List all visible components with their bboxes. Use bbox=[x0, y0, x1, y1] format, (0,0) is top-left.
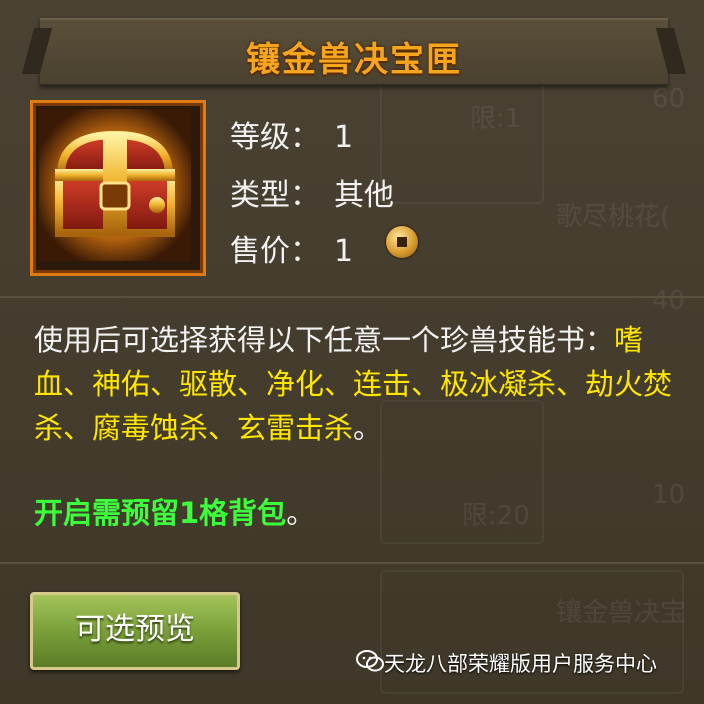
preview-button[interactable]: 可选预览 bbox=[30, 592, 240, 670]
attr-price-label: 售价： bbox=[230, 234, 320, 269]
notice-tail: 。 bbox=[286, 496, 316, 530]
title-banner: 镶金兽决宝匣 bbox=[40, 18, 668, 86]
attr-level-label: 等级： bbox=[230, 120, 320, 155]
bg-item-name: 歌尽桃花( bbox=[556, 202, 671, 232]
bg-count: 40 bbox=[652, 286, 686, 316]
divider bbox=[0, 562, 704, 564]
bag-space-notice: 开启需预留1格背包。 bbox=[34, 490, 315, 532]
wechat-icon bbox=[356, 650, 384, 672]
copper-coin-icon bbox=[386, 226, 418, 258]
attr-price: 售价： 1 bbox=[230, 226, 353, 270]
divider bbox=[0, 296, 704, 298]
bg-count: 60 bbox=[652, 84, 686, 114]
treasure-chest-icon bbox=[39, 109, 191, 261]
notice-text: 开启需预留1格背包 bbox=[34, 496, 287, 530]
description-prefix: 使用后可选择获得以下任意一个珍兽技能书： bbox=[34, 323, 615, 357]
attr-type-label: 类型： bbox=[230, 178, 320, 213]
attr-level: 等级： 1 bbox=[230, 112, 353, 156]
item-tooltip-panel: 限:1 限:20 歌尽桃花( 镶金兽决宝 60 40 10 镶金兽决宝匣 等级：… bbox=[0, 0, 704, 704]
bg-count: 10 bbox=[652, 480, 686, 510]
attr-level-value: 1 bbox=[334, 120, 354, 155]
attr-type: 类型： 其他 bbox=[230, 170, 394, 214]
bg-item-name: 镶金兽决宝 bbox=[556, 598, 687, 628]
item-description: 使用后可选择获得以下任意一个珍兽技能书：嗜血、神佑、驱散、净化、连击、极冰凝杀、… bbox=[34, 318, 674, 450]
watermark-text: 天龙八部荣耀版用户服务中心 bbox=[384, 652, 657, 676]
item-title: 镶金兽决宝匣 bbox=[246, 40, 462, 80]
description-suffix: 。 bbox=[353, 411, 383, 445]
attr-price-value: 1 bbox=[334, 234, 354, 269]
bg-limit-text: 限:1 bbox=[470, 104, 522, 134]
item-icon-frame bbox=[30, 100, 206, 276]
attr-type-value: 其他 bbox=[334, 178, 394, 213]
bg-limit-text: 限:20 bbox=[462, 501, 530, 531]
